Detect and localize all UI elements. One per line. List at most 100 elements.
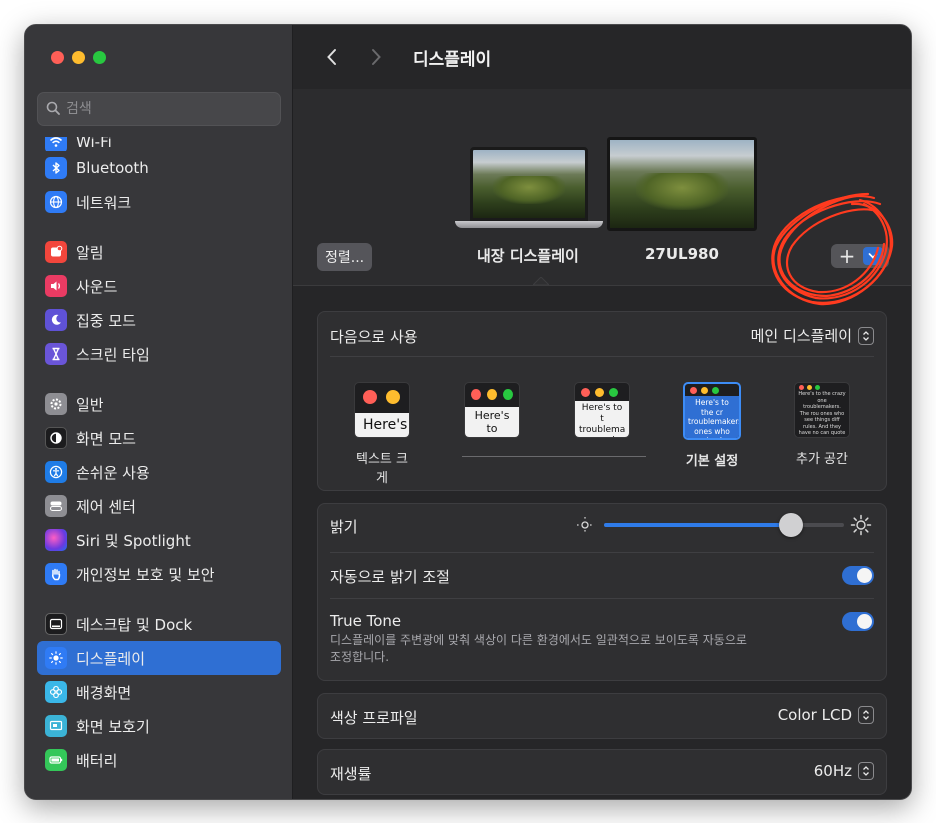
search-input[interactable] [66, 101, 266, 117]
sidebar-item-appearance[interactable]: 화면 모드 [37, 421, 281, 455]
sidebar-item-general[interactable]: 일반 [37, 387, 281, 421]
siri-icon [45, 529, 67, 551]
true-tone-description: 디스플레이를 주변광에 맞춰 색상이 다른 환경에서도 일관적으로 보이도록 자… [330, 632, 810, 666]
true-tone-toggle[interactable] [842, 612, 874, 631]
sidebar-item-label: 일반 [76, 395, 104, 414]
sidebar-item-battery[interactable]: 배터리 [37, 743, 281, 777]
wallpaper-image [473, 150, 585, 218]
divider [330, 552, 874, 553]
sidebar-item-control-center[interactable]: 제어 센터 [37, 489, 281, 523]
sidebar-item-displays[interactable]: 디스플레이 [37, 641, 281, 675]
main-content: 디스플레이 정렬... 내장 디스플레이 27UL980 + 다음으로 사용 메… [293, 25, 911, 799]
builtin-display-thumbnail[interactable] [455, 147, 603, 228]
color-profile-label: 색상 프로파일 [330, 709, 418, 727]
close-button[interactable] [51, 51, 64, 64]
true-tone-desc-line: 조정합니다. [330, 650, 390, 664]
brightness-panel: 밝기 자동으로 밝기 조절 True Tone 디스플레이를 주변광에 맞춰 색… [317, 503, 887, 681]
appearance-icon [45, 427, 67, 449]
search-field[interactable] [37, 92, 281, 126]
use-as-value: 메인 디스플레이 [750, 327, 852, 345]
sidebar-item-screen-time[interactable]: 스크린 타임 [37, 337, 281, 371]
sidebar: Wi-Fi Bluetooth 네트워크 알림 [25, 25, 293, 799]
refresh-rate-label: 재생률 [330, 765, 372, 783]
resolution-preview-selected: Here's to the cr troublemakers. ones who… [683, 382, 741, 440]
sidebar-item-network[interactable]: 네트워크 [37, 185, 281, 219]
use-as-select[interactable]: 메인 디스플레이 [751, 325, 874, 346]
brightness-fill [604, 523, 792, 527]
chevron-down-icon[interactable] [863, 247, 883, 265]
sidebar-item-wifi[interactable]: Wi-Fi [37, 137, 281, 151]
use-as-label: 다음으로 사용 [330, 328, 418, 346]
wallpaper-image [610, 140, 754, 228]
forward-button[interactable] [365, 46, 387, 68]
add-display-popup[interactable]: + [831, 244, 889, 268]
hand-icon [45, 563, 67, 585]
sidebar-item-sound[interactable]: 사운드 [37, 269, 281, 303]
updown-chevron-icon [858, 762, 874, 780]
sidebar-item-bluetooth[interactable]: Bluetooth [37, 151, 281, 185]
speaker-icon [45, 275, 67, 297]
refresh-rate-value: 60Hz [813, 762, 852, 780]
sample-text: Here's to troublem [465, 407, 519, 437]
wifi-icon [45, 137, 67, 151]
sidebar-item-label: 배터리 [76, 751, 118, 770]
toolbar: 디스플레이 [293, 25, 911, 89]
search-icon [46, 100, 60, 119]
auto-brightness-toggle[interactable] [842, 566, 874, 585]
sidebar-item-label: 알림 [76, 243, 104, 262]
updown-chevron-icon [858, 326, 874, 345]
resolution-option-2[interactable]: Here's to troublem [462, 382, 522, 438]
sidebar-item-wallpaper[interactable]: 배경화면 [37, 675, 281, 709]
page-title: 디스플레이 [413, 49, 492, 70]
resolution-option-3[interactable]: Here's to t troublema ones who [572, 382, 632, 438]
arrange-button[interactable]: 정렬... [317, 243, 373, 271]
minimize-button[interactable] [72, 51, 85, 64]
bell-icon [45, 241, 67, 263]
resolution-option-more-space[interactable]: Here's to the crazy one troublemakers. T… [792, 382, 852, 467]
refresh-rate-select[interactable]: 60Hz [814, 762, 874, 780]
gear-icon [45, 393, 67, 415]
external-display-thumbnail[interactable] [607, 137, 757, 231]
sidebar-item-notifications[interactable]: 알림 [37, 235, 281, 269]
resolution-label: 기본 설정 [685, 454, 739, 469]
color-profile-value: Color LCD [777, 706, 852, 724]
sidebar-item-focus[interactable]: 집중 모드 [37, 303, 281, 337]
plus-icon[interactable]: + [831, 245, 863, 267]
sample-text: Here's to the cr troublemakers. ones who… [685, 396, 739, 438]
zoom-button[interactable] [93, 51, 106, 64]
resolution-track [462, 456, 646, 457]
resolution-option-larger-text[interactable]: Here's 텍스트 크게 [352, 382, 412, 486]
resolution-option-default[interactable]: Here's to the cr troublemakers. ones who… [682, 382, 742, 469]
color-profile-select[interactable]: Color LCD [778, 706, 874, 724]
sidebar-item-label: 손쉬운 사용 [76, 463, 150, 482]
settings-window: Wi-Fi Bluetooth 네트워크 알림 [24, 24, 912, 800]
sidebar-item-accessibility[interactable]: 손쉬운 사용 [37, 455, 281, 489]
sidebar-item-label: 사운드 [76, 277, 118, 296]
sample-text: Here's to the crazy one troublemakers. T… [795, 390, 849, 437]
sidebar-item-label: 제어 센터 [76, 497, 136, 516]
toggles-icon [45, 495, 67, 517]
sidebar-item-desktop-dock[interactable]: 데스크탑 및 Dock [37, 607, 281, 641]
sidebar-item-label: 스크린 타임 [76, 345, 150, 364]
brightness-knob[interactable] [779, 513, 804, 537]
sidebar-item-label: 배경화면 [76, 683, 132, 702]
sidebar-item-privacy[interactable]: 개인정보 보호 및 보안 [37, 557, 281, 591]
true-tone-desc-line: 디스플레이를 주변광에 맞춰 색상이 다른 환경에서도 일관적으로 보이도록 자… [330, 633, 747, 647]
window-controls [51, 51, 106, 64]
auto-brightness-label: 자동으로 밝기 조절 [330, 568, 450, 586]
sidebar-item-label: 데스크탑 및 Dock [76, 615, 193, 634]
builtin-display-label[interactable]: 내장 디스플레이 [477, 245, 579, 266]
selection-pointer [533, 277, 549, 285]
sidebar-list: Wi-Fi Bluetooth 네트워크 알림 사운드 집중 모드 스크린 타임… [37, 137, 281, 777]
sun-large-icon [850, 514, 872, 540]
sidebar-item-siri-spotlight[interactable]: Siri 및 Spotlight [37, 523, 281, 557]
moon-icon [45, 309, 67, 331]
globe-icon [45, 191, 67, 213]
sidebar-item-screen-saver[interactable]: 화면 보호기 [37, 709, 281, 743]
brightness-slider[interactable] [604, 513, 844, 537]
resolution-label: 텍스트 크게 [356, 452, 408, 486]
back-button[interactable] [321, 46, 343, 68]
laptop-base [455, 221, 603, 228]
true-tone-label: True Tone [330, 612, 402, 630]
external-display-label[interactable]: 27UL980 [645, 245, 719, 263]
